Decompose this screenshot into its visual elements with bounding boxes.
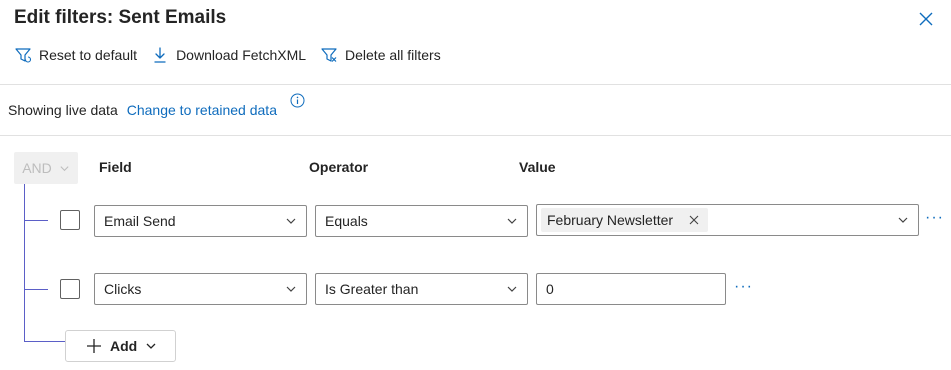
close-button[interactable]: [916, 9, 936, 29]
operator-dropdown-value: Is Greater than: [325, 281, 419, 297]
row-more-options-button[interactable]: ···: [734, 278, 753, 296]
delete-all-filters-button[interactable]: Delete all filters: [320, 46, 441, 64]
chevron-down-icon: [60, 165, 69, 171]
info-icon[interactable]: [290, 93, 305, 108]
download-fetchxml-label: Download FetchXML: [176, 47, 307, 63]
add-filter-button[interactable]: Add: [65, 330, 176, 362]
chevron-down-icon: [286, 218, 296, 224]
toolbar: Reset to default Download FetchXML Delet…: [14, 44, 455, 66]
divider: [0, 84, 951, 85]
column-header-value: Value: [519, 159, 556, 175]
add-filter-label: Add: [110, 338, 138, 354]
reset-to-default-label: Reset to default: [39, 47, 138, 63]
divider: [0, 135, 951, 136]
field-dropdown-value: Email Send: [104, 213, 176, 229]
reset-to-default-button[interactable]: Reset to default: [14, 46, 137, 64]
chevron-down-icon: [286, 286, 296, 292]
download-icon: [151, 46, 169, 64]
row-select-checkbox[interactable]: [60, 210, 80, 230]
chevron-down-icon: [507, 218, 517, 224]
value-tag-label: February Newsletter: [547, 212, 674, 228]
data-mode-status: Showing live data: [8, 102, 118, 118]
field-dropdown-value: Clicks: [104, 281, 142, 297]
value-tag: February Newsletter: [541, 208, 709, 232]
filter-reset-icon: [14, 46, 32, 64]
field-dropdown[interactable]: Email Send: [94, 205, 307, 237]
delete-all-filters-label: Delete all filters: [345, 47, 441, 63]
column-header-operator: Operator: [309, 159, 369, 175]
chevron-down-icon: [898, 217, 908, 223]
filter-delete-icon: [320, 46, 338, 64]
download-fetchxml-button[interactable]: Download FetchXML: [151, 46, 306, 64]
tree-connector: [24, 184, 25, 342]
tree-connector: [24, 289, 48, 290]
value-input[interactable]: 0: [536, 273, 726, 305]
change-to-retained-data-link[interactable]: Change to retained data: [127, 102, 277, 118]
chevron-down-icon: [507, 286, 517, 292]
row-select-checkbox[interactable]: [60, 279, 80, 299]
operator-dropdown-value: Equals: [325, 213, 368, 229]
remove-tag-icon[interactable]: [689, 215, 699, 225]
dialog-title: Edit filters: Sent Emails: [14, 7, 227, 28]
column-header-field: Field: [99, 159, 132, 175]
tree-connector: [24, 341, 66, 342]
row-more-options-button[interactable]: ···: [925, 209, 944, 227]
close-icon: [919, 12, 933, 26]
chevron-down-icon: [146, 343, 156, 349]
operator-dropdown[interactable]: Is Greater than: [315, 273, 528, 305]
plus-icon: [87, 339, 101, 353]
group-operator-dropdown[interactable]: AND: [14, 152, 78, 184]
operator-dropdown[interactable]: Equals: [315, 205, 528, 237]
group-operator-label: AND: [22, 160, 52, 176]
tree-connector: [24, 220, 48, 221]
field-dropdown[interactable]: Clicks: [94, 273, 307, 305]
data-mode-row: Showing live data Change to retained dat…: [8, 102, 277, 118]
value-input-text: 0: [546, 281, 554, 297]
